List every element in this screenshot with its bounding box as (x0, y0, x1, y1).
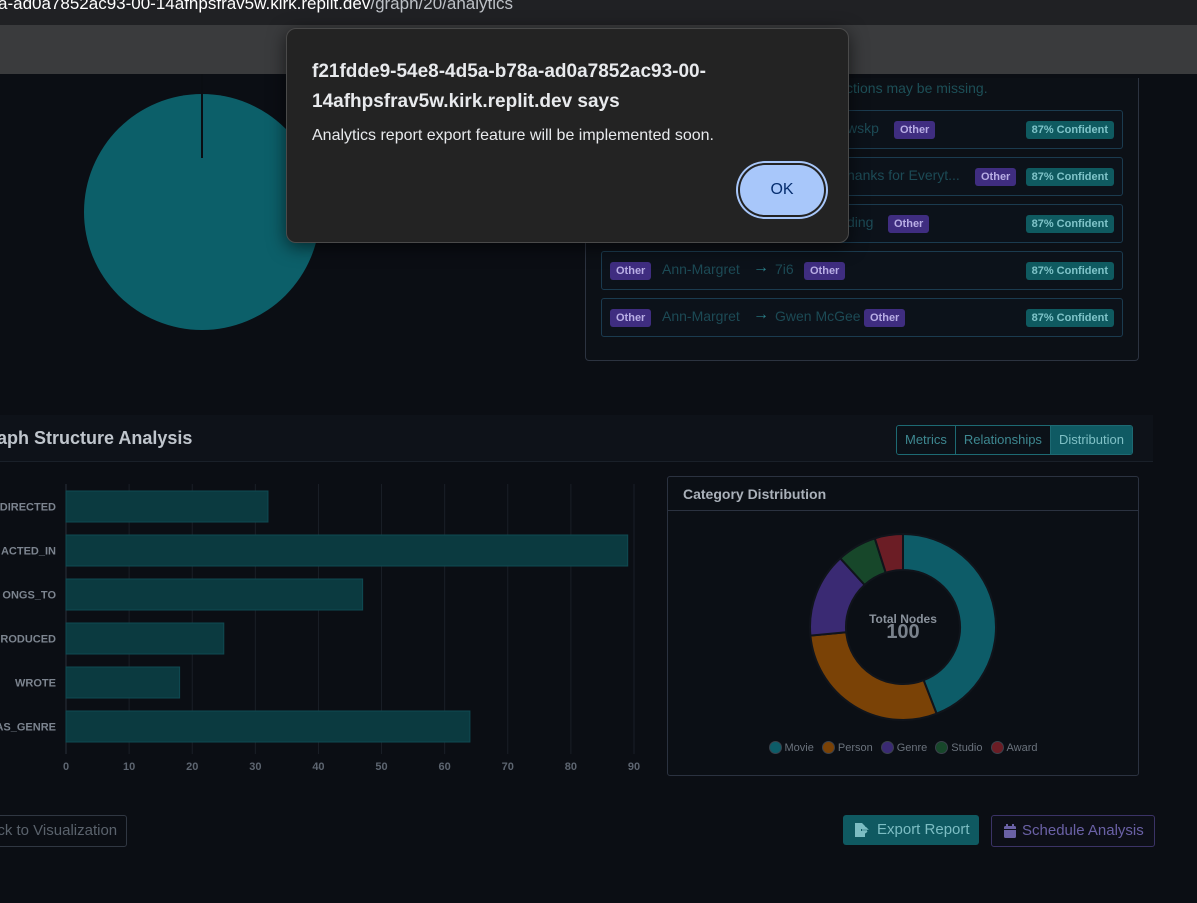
url-path: /graph/20/analytics (370, 0, 514, 13)
legend-label: Movie (784, 741, 814, 754)
export-report-button[interactable]: Export Report (843, 815, 979, 845)
relationship-bar-chart: 0 10 20 30 40 50 60 70 80 90 DIRECTED ACTED_IN ONGS_… (0, 484, 640, 773)
structure-title: aph Structure Analysis (0, 428, 193, 448)
tab-relationships[interactable]: Relationships (955, 426, 1051, 454)
export-report-label: Export Report (877, 821, 970, 838)
legend-dot (935, 741, 949, 754)
bar[interactable] (65, 622, 225, 655)
target-node: Gwen McGee (775, 308, 861, 324)
target-type-tag: Other (894, 121, 936, 139)
category-label: DIRECTED (0, 502, 56, 514)
category-label: ONGS_TO (2, 590, 56, 602)
tab-distribution[interactable]: Distribution (1050, 426, 1132, 454)
url-host: a-ad0a7852ac93-00-14afhpsfrav5w.kirk.rep… (0, 0, 371, 13)
dialog-ok-button[interactable]: OK (740, 165, 824, 215)
calendar-icon (1004, 824, 1016, 838)
category-legend: Movie Person Genre Studio Award (668, 741, 1138, 754)
confidence-badge: 87% Confident (1025, 309, 1114, 327)
target-type-tag: Other (975, 168, 1017, 186)
legend-label: Person (837, 741, 873, 754)
x-tick-label: 40 (312, 761, 324, 773)
legend-item[interactable]: Genre (880, 741, 928, 754)
source-node: Ann-Margret (662, 261, 740, 277)
category-distribution-title: Category Distribution (683, 486, 827, 502)
confidence-badge: 87% Confident (1025, 168, 1114, 186)
legend-label: Studio (951, 741, 983, 754)
x-tick-label: 80 (565, 761, 577, 773)
schedule-analysis-button[interactable]: Schedule Analysis (991, 815, 1155, 847)
category-distribution-header: Category Distribution (668, 477, 1138, 511)
address-bar[interactable]: a-ad0a7852ac93-00-14afhpsfrav5w.kirk.rep… (0, 0, 1197, 25)
confidence-badge: 87% Confident (1025, 215, 1114, 233)
target-type-tag: Other (888, 215, 930, 233)
legend-dot (768, 741, 782, 754)
x-tick-label: 60 (439, 761, 451, 773)
insight-row[interactable]: Other Ann-Margret → Gwen McGee Other 87% Conf… (601, 298, 1123, 337)
legend-item[interactable]: Studio (935, 741, 983, 754)
source-node: Ann-Margret (662, 308, 740, 324)
donut-slice[interactable] (809, 631, 938, 721)
source-type-tag: Other (610, 262, 652, 280)
donut-center-value: 100 (886, 621, 919, 643)
category-label: WROTE (15, 678, 56, 690)
source-type-tag: Other (610, 309, 652, 327)
legend-item[interactable]: Movie (768, 741, 814, 754)
category-label: ACTED_IN (1, 546, 56, 558)
dialog-title: f21fdde9-54e8-4d5a-b78a-ad0a7852ac93-00-… (312, 61, 706, 112)
x-tick-label: 90 (628, 761, 640, 773)
back-button-label: ack to Visualization (0, 822, 118, 839)
target-type-tag: Other (804, 262, 846, 280)
bar[interactable] (65, 710, 471, 743)
legend-item[interactable]: Award (990, 741, 1038, 754)
insights-note: ctions may be missing. (846, 80, 988, 96)
x-tick-label: 30 (249, 761, 261, 773)
confidence-badge: 87% Confident (1025, 262, 1114, 280)
arrow-right-icon: → (753, 259, 769, 276)
category-donut-chart: Total Nodes100 (809, 532, 997, 721)
alert-dialog: f21fdde9-54e8-4d5a-b78a-ad0a7852ac93-00-… (286, 28, 849, 243)
legend-label: Award (1006, 741, 1038, 754)
back-to-visualization-button[interactable]: ack to Visualization (0, 815, 128, 847)
target-node: 7i6 (775, 261, 794, 277)
category-distribution-card: Category Distribution Total Nodes 100 Mov… (667, 476, 1139, 776)
legend-dot (821, 741, 835, 754)
bar[interactable] (65, 490, 269, 523)
category-label: RODUCED (0, 634, 56, 646)
bar[interactable] (65, 666, 181, 699)
structure-header: aph Structure Analysis Metrics Relations… (0, 415, 1153, 462)
legend-label: Genre (896, 741, 928, 754)
x-tick-label: 20 (186, 761, 198, 773)
file-export-icon (855, 823, 869, 837)
target-node: hanks for Everyt... (847, 167, 960, 183)
bar[interactable] (65, 578, 364, 611)
legend-item[interactable]: Person (821, 741, 873, 754)
x-tick-label: 10 (123, 761, 135, 773)
dialog-message: Analytics report export feature will be … (312, 127, 714, 144)
arrow-right-icon: → (753, 306, 769, 323)
insight-row[interactable]: Other Ann-Margret → 7i6 Other 87% Confident (601, 251, 1123, 290)
x-tick-label: 0 (63, 761, 69, 773)
target-node: wskp (847, 120, 879, 136)
structure-tabs: Metrics Relationships Distribution (896, 425, 1133, 455)
x-tick-label: 50 (375, 761, 387, 773)
schedule-analysis-label: Schedule Analysis (1022, 822, 1144, 839)
legend-dot (880, 741, 894, 754)
top-pie-chart (84, 74, 320, 330)
target-type-tag: Other (864, 309, 906, 327)
category-label: AS_GENRE (0, 722, 56, 734)
tab-metrics[interactable]: Metrics (897, 426, 956, 454)
target-node: ding (847, 214, 874, 230)
legend-dot (990, 741, 1004, 754)
confidence-badge: 87% Confident (1025, 121, 1114, 139)
bar[interactable] (65, 534, 629, 567)
x-tick-label: 70 (502, 761, 514, 773)
